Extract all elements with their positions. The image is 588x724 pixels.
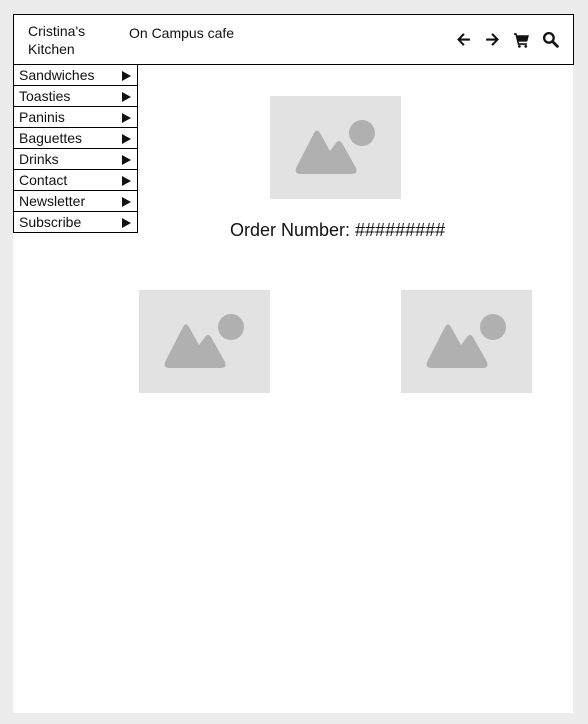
menu-item-label: Baguettes	[19, 130, 83, 146]
triangle-right-icon	[122, 113, 131, 123]
image-placeholder-icon	[426, 314, 506, 368]
order-number: Order Number: #########	[230, 220, 446, 240]
menu-item-toasties[interactable]: Toasties	[14, 85, 137, 106]
menu-item-contact[interactable]: Contact	[14, 169, 137, 190]
image-placeholder-right	[401, 290, 532, 393]
forward-arrow-icon[interactable]	[484, 31, 501, 48]
menu-item-label: Drinks	[19, 151, 59, 167]
triangle-right-icon	[122, 197, 131, 207]
tagline: On Campus cafe	[129, 25, 235, 41]
triangle-right-icon	[122, 71, 131, 81]
header-icons	[455, 31, 559, 48]
cart-icon[interactable]	[513, 31, 530, 48]
header-bar: Cristina's Kitchen On Campus cafe	[13, 14, 574, 65]
triangle-right-icon	[122, 155, 131, 165]
page: Cristina's Kitchen On Campus cafe Sandwi…	[13, 14, 574, 713]
menu-item-subscribe[interactable]: Subscribe	[14, 211, 137, 232]
menu-item-newsletter[interactable]: Newsletter	[14, 190, 137, 211]
image-placeholder-main	[270, 96, 401, 199]
menu-item-label: Subscribe	[19, 214, 82, 230]
triangle-right-icon	[122, 218, 131, 228]
menu-item-label: Toasties	[19, 88, 71, 104]
category-menu: Sandwiches Toasties Paninis Baguettes Dr…	[13, 65, 138, 233]
menu-item-baguettes[interactable]: Baguettes	[14, 127, 137, 148]
triangle-right-icon	[122, 176, 131, 186]
triangle-right-icon	[122, 92, 131, 102]
brand-name[interactable]: Cristina's Kitchen	[28, 22, 100, 58]
search-icon[interactable]	[542, 31, 559, 48]
triangle-right-icon	[122, 134, 131, 144]
image-placeholder-icon	[295, 120, 375, 174]
menu-item-sandwiches[interactable]: Sandwiches	[14, 65, 137, 85]
back-arrow-icon[interactable]	[455, 31, 472, 48]
image-placeholder-left	[139, 290, 270, 393]
menu-item-label: Paninis	[19, 109, 65, 125]
menu-item-label: Sandwiches	[19, 67, 95, 83]
menu-item-label: Newsletter	[19, 193, 86, 209]
image-placeholder-icon	[164, 314, 244, 368]
menu-item-paninis[interactable]: Paninis	[14, 106, 137, 127]
menu-item-label: Contact	[19, 172, 68, 188]
menu-item-drinks[interactable]: Drinks	[14, 148, 137, 169]
